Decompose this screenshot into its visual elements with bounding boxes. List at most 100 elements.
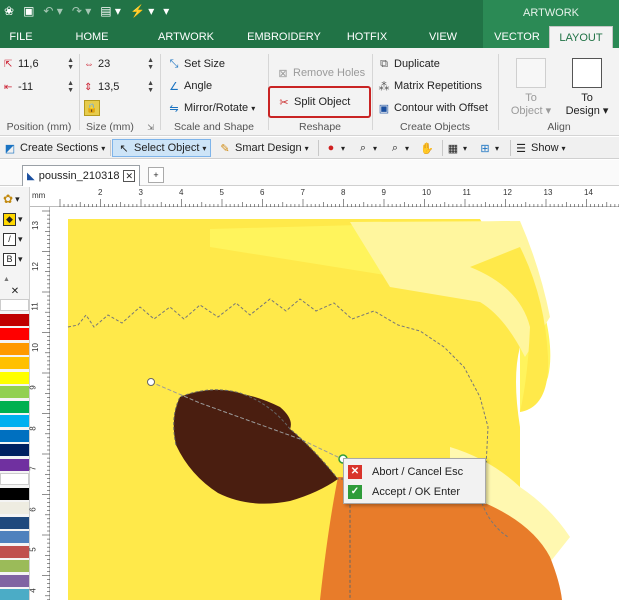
pen-tool-button[interactable]: / ▾ xyxy=(3,231,27,247)
color-swatch[interactable] xyxy=(0,429,29,442)
fill-icon: ◆ xyxy=(3,212,16,226)
pan-button[interactable]: ✋ xyxy=(420,139,434,157)
mirror-rotate-button[interactable]: ⇋ Mirror/Rotate ▾ xyxy=(167,98,255,118)
context-tab-title: ARTWORK xyxy=(483,0,619,26)
color-swatch[interactable] xyxy=(0,502,29,514)
select-object-button[interactable]: ↖ Select Object ▾ xyxy=(112,139,212,157)
group-create-objects: ⧉ Duplicate ⁂ Matrix Repetitions ▣ Conto… xyxy=(373,52,497,134)
group-label-align: Align xyxy=(547,121,571,133)
color-swatch[interactable] xyxy=(0,574,29,587)
tab-hotfix[interactable]: HOTFIX xyxy=(342,26,392,48)
color-pin-icon: ● xyxy=(327,142,335,154)
color-swatch[interactable] xyxy=(0,299,29,311)
split-start-handle[interactable] xyxy=(147,378,155,386)
width-stepper[interactable]: ⇔ 23 ▲ ▼ xyxy=(84,55,154,73)
save-icon[interactable]: ▣ xyxy=(23,4,34,18)
align-to-object-button[interactable]: To Object ▾ xyxy=(507,58,555,118)
document-tabs: ◣ poussin_210318 ✕ + xyxy=(0,160,619,186)
matrix-repetitions-button[interactable]: ⁂ Matrix Repetitions xyxy=(377,76,483,96)
quick-access-toolbar: ❀ ▣ ↶ ▾ ↷ ▾ ▤ ▾ ⚡ ▾ ▾ xyxy=(4,4,169,18)
set-size-button[interactable]: ⤡ Set Size xyxy=(167,54,225,74)
color-picker-button[interactable]: ● ▾ xyxy=(324,139,345,157)
show-button[interactable]: ☰ Show ▾ xyxy=(514,139,565,157)
position-x-stepper[interactable]: ⇱ 11,6 ▲ ▼ xyxy=(4,55,74,73)
color-swatch[interactable] xyxy=(0,487,29,500)
color-swatch[interactable] xyxy=(0,531,29,543)
chevron-down-icon: ▾ xyxy=(463,143,468,153)
dialog-launcher-icon[interactable]: ⇲ xyxy=(147,123,154,132)
design-canvas[interactable] xyxy=(50,207,619,600)
tab-artwork[interactable]: ARTWORK xyxy=(155,26,217,48)
tab-view[interactable]: VIEW xyxy=(423,26,463,48)
color-swatch[interactable] xyxy=(0,473,29,485)
spin-arrows-icon[interactable]: ▲ ▼ xyxy=(147,80,154,94)
set-size-icon: ⤡ xyxy=(169,57,179,70)
height-stepper[interactable]: ⇕ 13,5 ▲ ▼ xyxy=(84,78,154,96)
cancel-icon: ✕ xyxy=(348,465,362,479)
y-position-icon: ⇤ xyxy=(4,81,13,93)
color-swatch[interactable] xyxy=(0,328,29,340)
show-icon: ☰ xyxy=(516,142,526,155)
ruler-guides-button[interactable]: ⊞ ▾ xyxy=(478,139,499,157)
spin-arrows-icon[interactable]: ▲ ▼ xyxy=(147,57,154,71)
accept-ok-menu-item[interactable]: ✓ Accept / OK Enter xyxy=(348,483,482,501)
group-size: ⇔ 23 ▲ ▼ ⇕ 13,5 ▲ ▼ 🔒 Size (mm) ⇲ xyxy=(80,52,158,134)
color-swatch[interactable] xyxy=(0,589,29,600)
briefcase-icon[interactable]: ▤ ▾ xyxy=(100,4,121,18)
ruler-left: 13 12 11 10 9 8 7 6 5 4 xyxy=(29,207,50,600)
undo-icon[interactable]: ↶ ▾ xyxy=(43,4,62,18)
border-tool-button[interactable]: B ▾ xyxy=(3,251,27,267)
color-wheel-button[interactable]: ✿ ▾ xyxy=(3,191,27,207)
create-sections-icon: ◩ xyxy=(4,142,16,155)
chevron-down-icon: ▾ xyxy=(341,143,346,153)
color-swatch[interactable] xyxy=(0,545,29,558)
color-swatch[interactable] xyxy=(0,386,29,398)
group-scale-shape: ⤡ Set Size ∠ Angle ⇋ Mirror/Rotate ▾ Sca… xyxy=(161,52,267,134)
color-swatch[interactable] xyxy=(0,357,29,369)
create-sections-button[interactable]: ◩ Create Sections ▾ xyxy=(3,139,105,157)
context-menu: ✕ Abort / Cancel Esc ✓ Accept / OK Enter xyxy=(343,458,486,504)
angle-button[interactable]: ∠ Angle xyxy=(167,76,212,96)
zoom-button[interactable]: ⌕ ▾ xyxy=(356,139,377,157)
spin-arrows-icon[interactable]: ▲ ▼ xyxy=(67,57,74,71)
new-document-icon[interactable]: + xyxy=(148,167,164,183)
ribbon: ⇱ 11,6 ▲ ▼ ⇤ -11 ▲ ▼ Position (mm) ⇔ 23 ▲ ▼… xyxy=(0,48,619,136)
lightning-icon[interactable]: ⚡ ▾ xyxy=(130,4,154,18)
color-swatch[interactable] xyxy=(0,560,29,572)
smart-design-button[interactable]: ✎ Smart Design ▾ xyxy=(218,139,308,157)
tab-home[interactable]: HOME xyxy=(70,26,114,48)
duplicate-icon: ⧉ xyxy=(380,57,388,70)
tab-embroidery[interactable]: EMBROIDERY xyxy=(245,26,323,48)
zoom-area-icon: ⌕ xyxy=(391,141,399,154)
grid-button[interactable]: ▦ ▾ xyxy=(446,139,467,157)
toolbar: ◩ Create Sections ▾ ↖ Select Object ▾ ✎ … xyxy=(0,137,619,159)
redo-icon[interactable]: ↷ ▾ xyxy=(72,4,91,18)
color-swatch[interactable] xyxy=(0,415,29,427)
artwork[interactable] xyxy=(50,207,619,600)
color-swatch[interactable] xyxy=(0,400,29,413)
toolbar-divider xyxy=(510,140,511,156)
tab-layout[interactable]: LAYOUT xyxy=(549,26,613,48)
align-to-design-button[interactable]: To Design ▾ xyxy=(561,58,613,118)
color-swatch[interactable] xyxy=(0,371,29,384)
position-y-stepper[interactable]: ⇤ -11 ▲ ▼ xyxy=(4,78,74,96)
no-color-icon[interactable]: ✕ xyxy=(3,283,27,299)
color-swatch[interactable] xyxy=(0,342,29,355)
tab-file[interactable]: FILE xyxy=(4,26,38,48)
lock-aspect-icon[interactable]: 🔒 xyxy=(84,100,100,116)
close-icon[interactable]: ✕ xyxy=(123,170,135,182)
color-swatch[interactable] xyxy=(0,313,29,326)
remove-holes-button[interactable]: ⊠ Remove Holes xyxy=(276,63,365,83)
tab-vector[interactable]: VECTOR xyxy=(489,26,545,48)
zoom-area-button[interactable]: ⌕ ▾ xyxy=(388,139,409,157)
spin-arrows-icon[interactable]: ▲ ▼ xyxy=(67,80,74,94)
fill-tool-button[interactable]: ◆ ▾ xyxy=(3,211,27,227)
color-swatch[interactable] xyxy=(0,458,29,471)
customize-icon[interactable]: ▾ xyxy=(163,4,169,18)
document-tab[interactable]: ◣ poussin_210318 ✕ xyxy=(22,165,140,186)
duplicate-button[interactable]: ⧉ Duplicate xyxy=(377,54,440,74)
color-swatch[interactable] xyxy=(0,444,29,456)
contour-offset-button[interactable]: ▣ Contour with Offset xyxy=(377,98,488,118)
abort-cancel-menu-item[interactable]: ✕ Abort / Cancel Esc xyxy=(348,463,482,481)
color-swatch[interactable] xyxy=(0,516,29,529)
